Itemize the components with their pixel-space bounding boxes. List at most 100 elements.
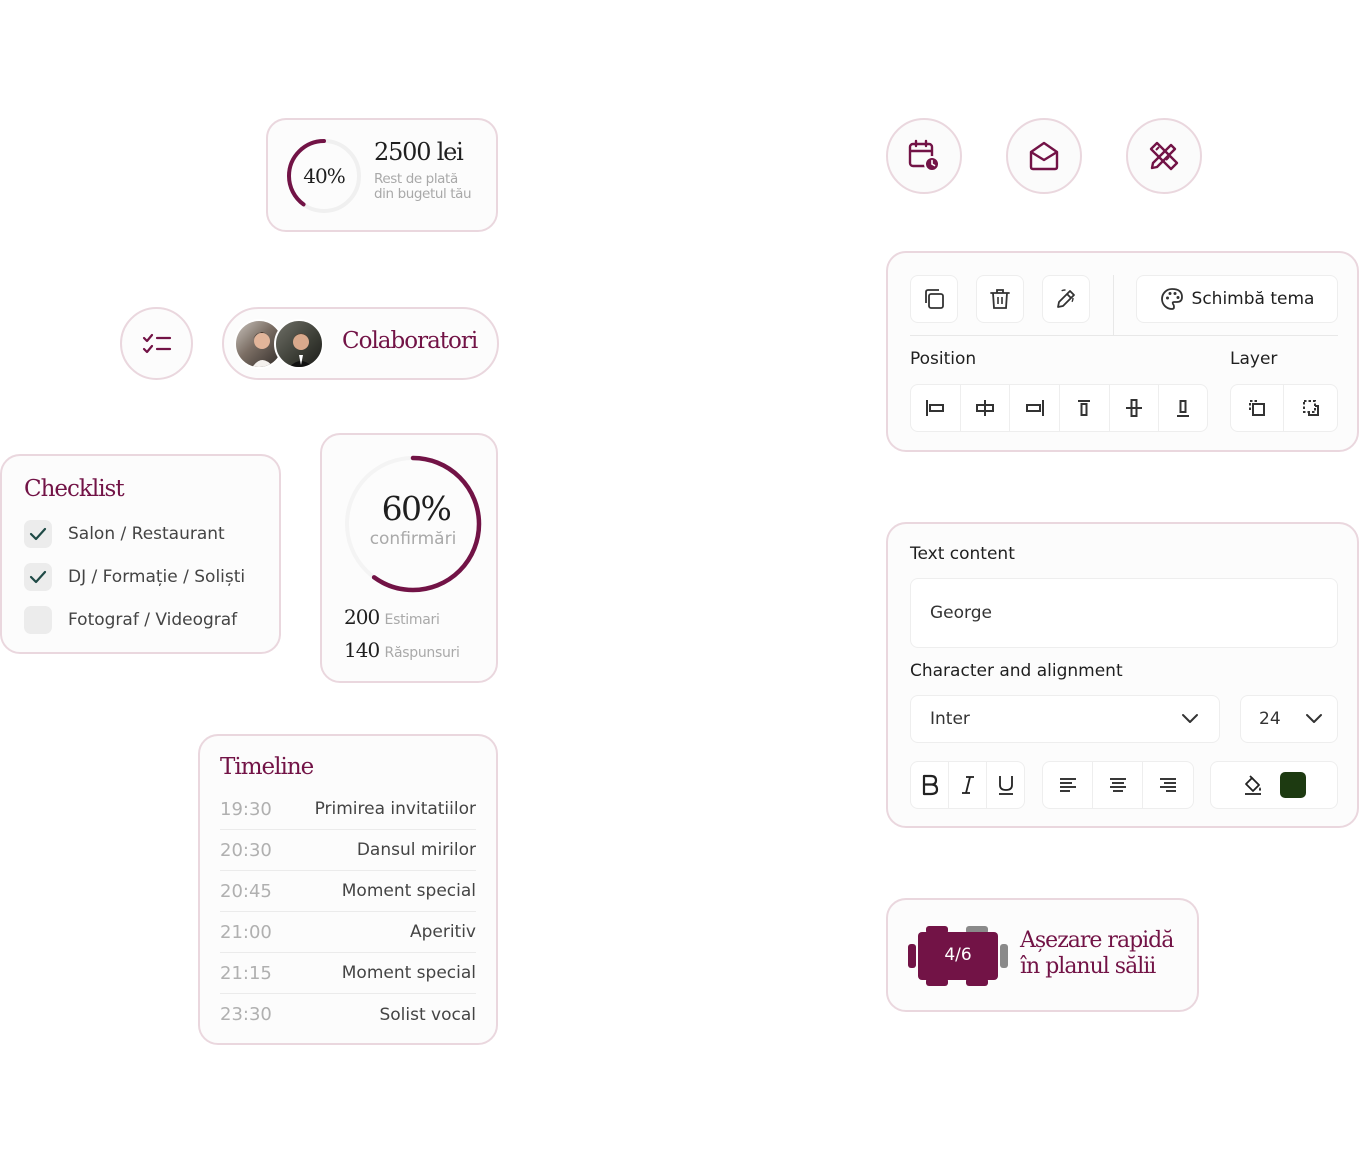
seating-label-line2: în planul sălii [1020,954,1156,979]
person-photo-icon [289,333,313,367]
align-left-button[interactable] [911,385,961,431]
underline-button[interactable] [987,762,1024,808]
bold-button[interactable] [911,762,949,808]
toolbar-divider [1113,275,1114,335]
confirmations-label: confirmări [369,529,457,549]
text-align-left-button[interactable] [1043,762,1093,808]
checklist-item-label: DJ / Formație / Soliști [68,567,246,587]
text-content-label: Text content [910,544,1015,564]
italic-button[interactable] [949,762,987,808]
text-align-right-button[interactable] [1143,762,1193,808]
responses-stat: 140 Răspunsuri [344,638,460,662]
bring-forward-button[interactable] [1231,385,1285,431]
send-backward-button[interactable] [1284,385,1337,431]
timeline-event: Aperitiv [409,922,476,942]
text-style-group [910,761,1025,809]
timeline-event: Dansul mirilor [356,840,476,860]
align-top-icon [1078,400,1091,416]
text-align-center-icon [1109,778,1126,792]
align-right-button[interactable] [1010,385,1061,431]
change-theme-button[interactable]: Schimbă tema [1136,275,1338,323]
text-color-group[interactable] [1210,761,1338,809]
toolbar-divider [910,335,1338,336]
checklist-item-label: Fotograf / Videograf [68,610,238,630]
layout-toolbar-panel: Schimbă tema Position Layer [886,251,1359,452]
bold-icon [922,774,938,796]
timeline-time: 19:30 [220,798,272,820]
seating-card[interactable]: 4/6 Așezare rapidă în planul sălii [886,898,1199,1012]
collaborators-pill[interactable]: Colaboratori [222,307,499,380]
italic-icon [961,776,974,794]
text-align-group [1042,761,1194,809]
copy-icon [925,289,944,309]
calendar-clock-icon [908,139,940,172]
timeline-time: 21:00 [220,921,272,943]
estimated-label: Estimari [384,612,440,628]
checklist-item[interactable]: Salon / Restaurant [24,520,225,548]
timeline-event: Moment special [341,881,476,901]
checklist-icon [142,333,171,353]
budget-subtitle: Rest de plată din bugetul tău [374,171,472,202]
checklist-card: Checklist Salon / Restaurant DJ / Formaț… [0,454,281,654]
checkbox-checked[interactable] [24,563,52,591]
checkbox-unchecked[interactable] [24,606,52,634]
align-center-h-button[interactable] [961,385,1011,431]
font-size-value: 24 [1259,709,1281,729]
checklist-item[interactable]: DJ / Formație / Soliști [24,563,245,591]
text-align-right-icon [1160,778,1176,792]
timeline-row: 20:45 Moment special [220,871,476,912]
edit-button[interactable] [1042,275,1090,323]
bring-forward-icon [1249,400,1265,416]
align-bottom-icon [1177,400,1190,417]
align-top-button[interactable] [1060,385,1110,431]
budget-amount: 2500 lei [374,138,464,166]
align-bottom-button[interactable] [1159,385,1207,431]
seating-label: Așezare rapidă în planul sălii [1020,928,1174,980]
checklist-item[interactable]: Fotograf / Videograf [24,606,237,634]
text-align-left-icon [1059,778,1076,792]
chevron-down-icon [1306,714,1322,723]
align-center-horizontal-icon [976,400,994,416]
checklist-title: Checklist [24,476,125,502]
tools-button[interactable] [1126,118,1202,194]
checklist-button[interactable] [120,307,193,380]
align-center-v-button[interactable] [1110,385,1160,431]
estimated-value: 200 [344,605,380,629]
confirmations-card: 60% confirmări 200 Estimari 140 Răspunsu… [320,433,498,683]
avatar-groom [274,319,324,369]
timeline-time: 23:30 [220,1004,272,1025]
timeline-row: 23:30 Solist vocal [220,994,476,1035]
text-content-value: George [930,603,992,623]
text-align-center-button[interactable] [1093,762,1143,808]
checkbox-checked[interactable] [24,520,52,548]
pencil-ruler-icon [1149,141,1179,171]
text-content-input[interactable]: George [910,578,1338,648]
estimated-stat: 200 Estimari [344,605,440,629]
budget-subtitle-line1: Rest de plată [374,171,458,187]
font-size-select[interactable]: 24 [1240,695,1338,743]
align-left-icon [926,400,945,416]
color-swatch[interactable] [1280,772,1306,798]
timeline-time: 20:45 [220,880,272,902]
position-button-group [910,384,1208,432]
font-family-value: Inter [930,709,970,729]
responses-label: Răspunsuri [384,645,460,661]
budget-percent: 40% [303,164,345,188]
change-theme-label: Schimbă tema [1191,289,1315,309]
text-properties-panel: Text content George Character and alignm… [886,522,1359,828]
pencil-icon [1056,289,1075,308]
mail-open-icon [1029,141,1059,171]
position-label: Position [910,349,977,369]
duplicate-button[interactable] [910,275,958,323]
table-occupancy: 4/6 [944,945,972,965]
mail-button[interactable] [1006,118,1082,194]
calendar-button[interactable] [886,118,962,194]
font-family-select[interactable]: Inter [910,695,1220,743]
align-right-icon [1025,400,1044,416]
timeline-row: 20:30 Dansul mirilor [220,830,476,871]
timeline-title: Timeline [220,754,314,780]
timeline-row: 21:15 Moment special [220,953,476,994]
character-alignment-label: Character and alignment [910,661,1123,681]
delete-button[interactable] [976,275,1024,323]
timeline-row: 21:00 Aperitiv [220,912,476,953]
